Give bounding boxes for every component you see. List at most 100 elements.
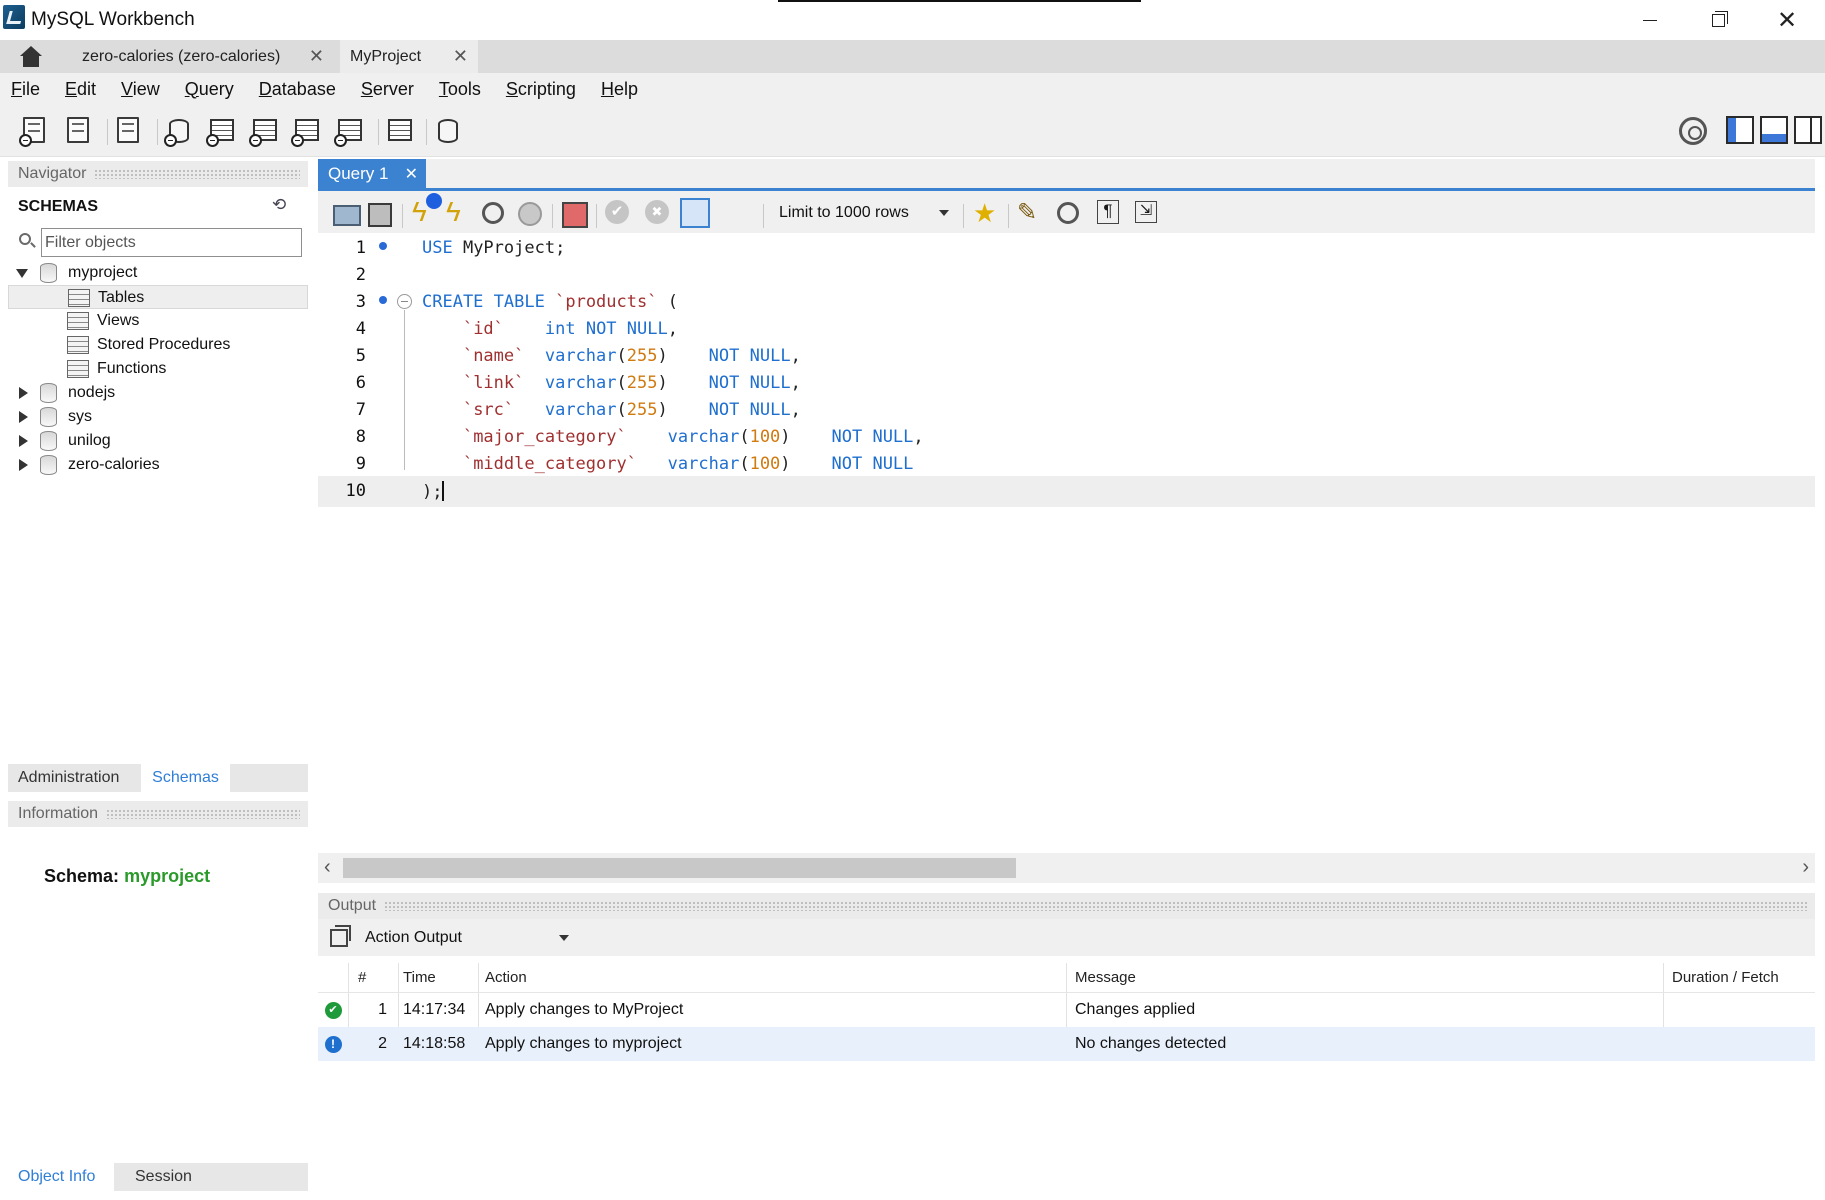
tab-query-1[interactable]: Query 1 ✕ — [318, 159, 426, 188]
output-panel: Output Action Output # Time Action Messa… — [318, 893, 1815, 1190]
code-line[interactable]: 2 — [318, 260, 1815, 287]
tab-session[interactable]: Session — [125, 1163, 202, 1191]
table-row[interactable]: ! 2 14:18:58 Apply changes to myproject No c… — [318, 1027, 1815, 1061]
table-row[interactable]: ✔ 1 14:17:34 Apply changes to MyProject Chan… — [318, 993, 1815, 1027]
open-sql-script-button[interactable] — [62, 115, 94, 147]
code-line[interactable]: 7 `src` varchar(255) NOT NULL, — [318, 395, 1815, 422]
execute-current-statement-button[interactable] — [442, 196, 472, 228]
column-header-action[interactable]: Action — [485, 963, 980, 992]
tree-item-tables[interactable]: Tables — [8, 285, 308, 309]
beautify-button[interactable] — [1014, 198, 1044, 228]
create-function-button[interactable] — [333, 115, 365, 147]
toggle-invisible-chars-button[interactable] — [1091, 198, 1121, 228]
tree-item-functions[interactable]: Functions — [8, 357, 308, 381]
copy-icon[interactable] — [330, 925, 351, 947]
drag-handle[interactable] — [94, 169, 300, 179]
find-replace-button[interactable] — [1053, 198, 1083, 228]
reconnect-button[interactable] — [432, 115, 464, 147]
output-type-select[interactable]: Action Output — [355, 925, 577, 951]
code-line[interactable]: 9 `middle_category` varchar(100) NOT NUL… — [318, 449, 1815, 476]
drag-handle[interactable] — [106, 809, 300, 819]
tab-object-info[interactable]: Object Info — [8, 1163, 114, 1191]
add-snippet-button[interactable] — [970, 198, 1000, 229]
commit-button[interactable] — [602, 198, 632, 228]
scroll-right-icon[interactable]: › — [1802, 856, 1809, 879]
limit-rows-select[interactable]: Limit to 1000 rows — [773, 198, 959, 228]
toggle-word-wrap-button[interactable] — [1130, 198, 1160, 228]
schema-item-zero-calories[interactable]: zero-calories — [8, 453, 308, 477]
column-header-duration[interactable]: Duration / Fetch — [1672, 963, 1815, 992]
expand-right-icon[interactable] — [19, 411, 28, 423]
code-line[interactable]: 6 `link` varchar(255) NOT NULL, — [318, 368, 1815, 395]
menu-database[interactable]: Database — [259, 79, 336, 100]
new-sql-tab-button[interactable] — [18, 115, 50, 147]
information-header: Information — [8, 801, 308, 827]
schema-item-myproject[interactable]: myproject — [8, 261, 308, 285]
menu-tools[interactable]: Tools — [439, 79, 481, 100]
menu-scripting[interactable]: Scripting — [506, 79, 576, 100]
fold-collapse-icon[interactable] — [397, 294, 412, 309]
create-table-button[interactable] — [205, 115, 237, 147]
open-file-button[interactable] — [330, 198, 361, 228]
minimize-button[interactable] — [1615, 0, 1685, 40]
toggle-sidebar-button[interactable] — [1726, 116, 1754, 144]
create-schema-button[interactable] — [163, 115, 195, 147]
tab-administration[interactable]: Administration — [8, 764, 129, 792]
menu-view[interactable]: View — [121, 79, 160, 100]
connection-tab-zero-calories[interactable]: zero-calories (zero-calories) ✕ — [72, 40, 334, 73]
expand-right-icon[interactable] — [19, 387, 28, 399]
connection-tab-myproject[interactable]: MyProject ✕ — [340, 40, 478, 73]
code-line[interactable]: 8 `major_category` varchar(100) NOT NULL… — [318, 422, 1815, 449]
close-tab-icon[interactable]: ✕ — [453, 46, 468, 67]
column-header-time[interactable]: Time — [403, 963, 475, 992]
sql-code-editor[interactable]: 1 USE MyProject; 2 3 CREATE TABLE `products`… — [318, 233, 1815, 853]
expand-down-icon[interactable] — [16, 269, 28, 278]
search-table-data-button[interactable] — [383, 115, 415, 147]
code-line[interactable]: 10); — [318, 476, 1815, 507]
stop-query-button[interactable] — [514, 198, 544, 228]
menu-edit[interactable]: Edit — [65, 79, 96, 100]
menu-server[interactable]: Server — [361, 79, 414, 100]
rollback-button[interactable] — [642, 198, 672, 228]
column-header-message[interactable]: Message — [1075, 963, 1655, 992]
expand-right-icon[interactable] — [19, 435, 28, 447]
drag-handle[interactable] — [384, 901, 1807, 911]
menu-query[interactable]: Query — [185, 79, 234, 100]
refresh-icon[interactable] — [272, 195, 288, 215]
scroll-left-icon[interactable]: ‹ — [324, 856, 331, 879]
explain-button[interactable] — [478, 198, 508, 228]
toggle-autocommit-button[interactable] — [680, 198, 710, 228]
tree-item-stored-procedures[interactable]: Stored Procedures — [8, 333, 308, 357]
close-tab-icon[interactable]: ✕ — [309, 46, 324, 67]
code-line[interactable]: 3 CREATE TABLE `products` ( — [318, 287, 1815, 314]
close-window-button[interactable]: ✕ — [1752, 0, 1822, 40]
code-line[interactable]: 5 `name` varchar(255) NOT NULL, — [318, 341, 1815, 368]
inspector-button[interactable] — [112, 115, 144, 147]
column-header-num[interactable]: # — [348, 963, 393, 992]
close-tab-icon[interactable]: ✕ — [405, 164, 418, 184]
expand-right-icon[interactable] — [19, 459, 28, 471]
create-view-button[interactable] — [248, 115, 280, 147]
restore-button[interactable] — [1683, 0, 1753, 40]
schema-item-sys[interactable]: sys — [8, 405, 308, 429]
filter-objects-input[interactable] — [41, 228, 302, 257]
code-line[interactable]: 4 `id` int NOT NULL, — [318, 314, 1815, 341]
menu-help[interactable]: Help — [601, 79, 638, 100]
tree-item-views[interactable]: Views — [8, 309, 308, 333]
toggle-stop-on-error-button[interactable] — [558, 198, 588, 228]
menu-file[interactable]: File — [11, 79, 40, 100]
home-button[interactable] — [0, 40, 62, 73]
tree-item-label: Tables — [98, 289, 145, 306]
toggle-output-panel-button[interactable] — [1760, 116, 1788, 144]
horizontal-scrollbar[interactable]: ‹ › — [318, 853, 1815, 883]
save-script-button[interactable] — [364, 198, 394, 228]
create-procedure-button[interactable] — [290, 115, 322, 147]
schema-item-unilog[interactable]: unilog — [8, 429, 308, 453]
scrollbar-thumb[interactable] — [343, 858, 1016, 878]
toggle-secondary-sidebar-button[interactable] — [1794, 116, 1822, 144]
settings-gear-icon[interactable] — [1679, 117, 1707, 145]
tab-schemas[interactable]: Schemas — [141, 764, 230, 792]
schema-item-nodejs[interactable]: nodejs — [8, 381, 308, 405]
code-line[interactable]: 1 USE MyProject; — [318, 233, 1815, 260]
window-title: MySQL Workbench — [31, 9, 195, 30]
